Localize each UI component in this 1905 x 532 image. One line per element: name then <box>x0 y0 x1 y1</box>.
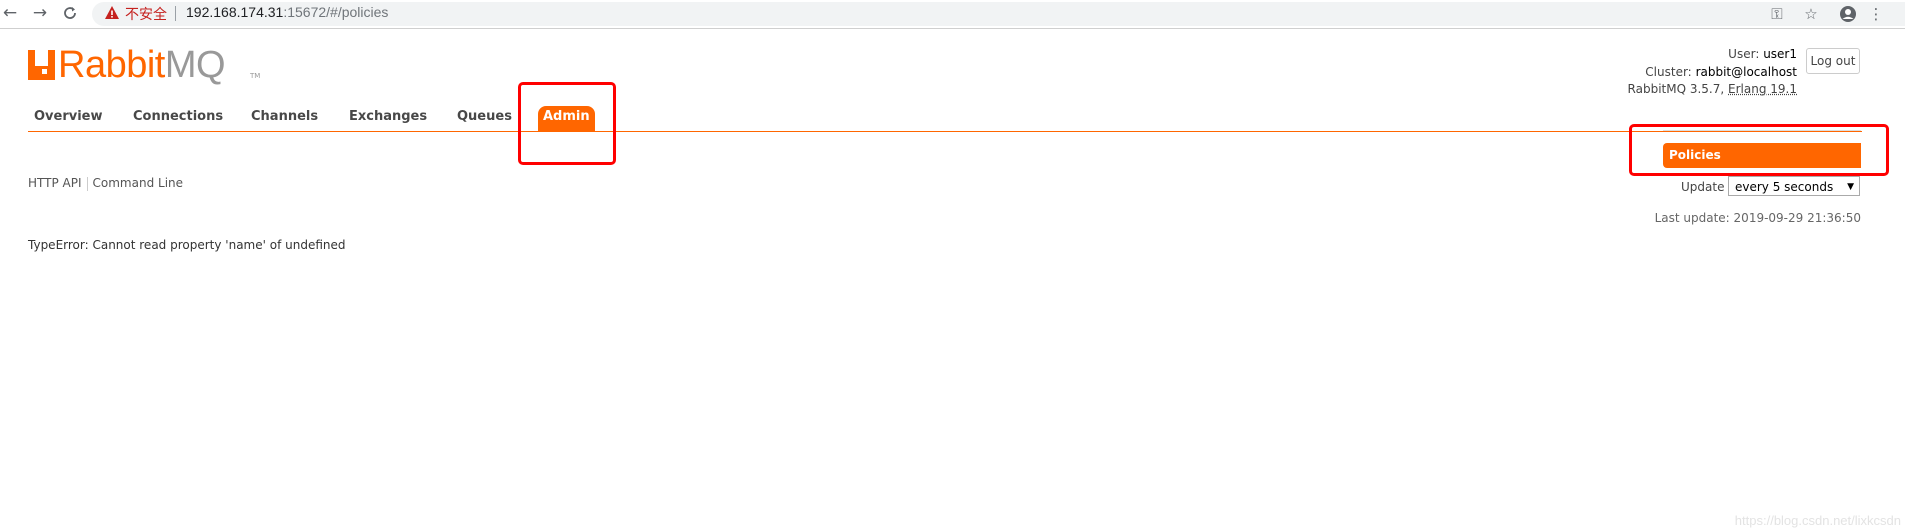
reload-icon[interactable] <box>60 3 80 23</box>
user-line: User: user1 <box>1628 46 1797 64</box>
browser-toolbar: ← → 不安全 192.168.174.31:15672/#/policies … <box>0 0 1905 29</box>
user-label: User: <box>1728 47 1759 61</box>
tab-channels[interactable]: Channels <box>251 106 318 132</box>
omnibox-divider <box>175 6 176 21</box>
logo-mq: MQ <box>165 44 225 86</box>
url-text[interactable]: 192.168.174.31:15672/#/policies <box>186 4 388 20</box>
url-path: :15672/#/policies <box>283 4 388 20</box>
last-update: Last update: 2019-09-29 21:36:50 <box>1655 211 1861 225</box>
cluster-value: rabbit@localhost <box>1696 65 1797 79</box>
erlang-version: Erlang 19.1 <box>1728 82 1797 96</box>
insecure-label[interactable]: 不安全 <box>125 4 167 24</box>
version-text: RabbitMQ 3.5.7, <box>1628 82 1725 96</box>
star-icon[interactable]: ☆ <box>1801 4 1821 24</box>
logo-wordmark: RabbitMQ <box>58 44 225 87</box>
tab-queues[interactable]: Queues <box>457 106 512 132</box>
rabbit-logo-icon <box>28 50 56 80</box>
tab-connections[interactable]: Connections <box>133 106 223 132</box>
highlight-policies-item <box>1629 124 1889 176</box>
cluster-label: Cluster: <box>1645 65 1691 79</box>
watermark: https://blog.csdn.net/lixkcsdn <box>1735 513 1901 528</box>
update-interval-select[interactable]: every 5 seconds ▼ <box>1728 176 1860 196</box>
last-update-value: 2019-09-29 21:36:50 <box>1734 211 1861 225</box>
link-separator <box>87 177 88 191</box>
back-icon[interactable]: ← <box>0 3 20 23</box>
tab-exchanges[interactable]: Exchanges <box>349 106 427 132</box>
logout-button[interactable]: Log out <box>1806 48 1860 74</box>
key-icon[interactable]: ⚿ <box>1767 4 1787 24</box>
menu-icon[interactable]: ⋮ <box>1866 4 1886 24</box>
highlight-admin-tab <box>518 82 616 165</box>
command-line-link[interactable]: Command Line <box>93 176 184 190</box>
last-update-label: Last update: <box>1655 211 1730 225</box>
forward-icon[interactable]: → <box>30 3 50 23</box>
user-info: User: user1 Cluster: rabbit@localhost Ra… <box>1628 46 1797 99</box>
tab-divider <box>28 131 1862 132</box>
http-api-link[interactable]: HTTP API <box>28 176 82 190</box>
profile-icon[interactable] <box>1838 4 1858 24</box>
tab-overview[interactable]: Overview <box>34 106 103 132</box>
error-message: TypeError: Cannot read property 'name' o… <box>28 238 345 252</box>
url-host: 192.168.174.31 <box>186 4 283 20</box>
logo-rabbit: Rabbit <box>58 44 165 86</box>
version-line: RabbitMQ 3.5.7, Erlang 19.1 <box>1628 81 1797 99</box>
chevron-down-icon: ▼ <box>1847 177 1854 197</box>
footer-links: HTTP API Command Line <box>28 176 183 191</box>
update-interval-value: every 5 seconds <box>1735 180 1833 194</box>
user-value: user1 <box>1763 47 1797 61</box>
cluster-line: Cluster: rabbit@localhost <box>1628 64 1797 82</box>
warning-icon <box>104 5 120 21</box>
logo-trademark: TM <box>250 72 260 80</box>
update-label: Update <box>1681 180 1724 194</box>
